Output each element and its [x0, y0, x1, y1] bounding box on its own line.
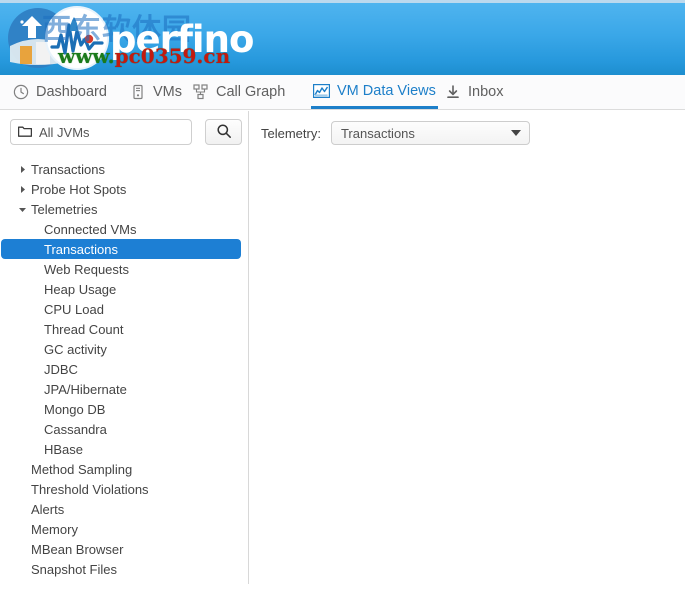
tree-item[interactable]: Mongo DB [0, 399, 248, 419]
tree-item[interactable]: Web Requests [0, 259, 248, 279]
chart-icon [313, 82, 330, 99]
tree-item-label: Heap Usage [44, 281, 117, 297]
main-content: Telemetry: Transactions [249, 111, 685, 594]
tab-vm-data-views-label: VM Data Views [337, 82, 436, 99]
telemetry-selector-row: Telemetry: Transactions [261, 121, 530, 145]
tab-inbox-label: Inbox [468, 84, 504, 100]
tab-call-graph[interactable]: Call Graph [190, 75, 287, 109]
tree-item[interactable]: CPU Load [0, 299, 248, 319]
header-top-strip [0, 0, 685, 3]
call-graph-icon [192, 84, 209, 101]
tree-item[interactable]: Thread Count [0, 319, 248, 339]
tab-vm-data-views[interactable]: VM Data Views [311, 75, 438, 109]
tree-item-label: Method Sampling [31, 461, 133, 477]
tree-item-label: Snapshot Files [31, 561, 117, 577]
tree-item[interactable]: Alerts [0, 499, 248, 519]
search-icon [216, 123, 232, 142]
tab-inbox[interactable]: Inbox [442, 75, 505, 109]
telemetry-dropdown-value: Transactions [340, 125, 415, 141]
tree-item-label: Transactions [31, 161, 105, 177]
tree-item-label: JDBC [44, 361, 78, 377]
tree-item-label: Alerts [31, 501, 65, 517]
tree-item-label: Web Requests [44, 261, 130, 277]
tab-vms-label: VMs [153, 84, 182, 100]
server-icon [129, 84, 146, 101]
tree-item-label: Mongo DB [44, 401, 106, 417]
tree-item-label: Telemetries [31, 201, 98, 217]
tab-dashboard[interactable]: Dashboard [10, 75, 109, 109]
tree-item-label: MBean Browser [31, 541, 124, 557]
tree-item-label: Memory [31, 521, 78, 537]
tree-item-label: HBase [44, 441, 84, 457]
navigation-tree: Transactions Probe Hot Spots Telemetries Co… [0, 159, 248, 579]
tree-item-label: Thread Count [44, 321, 124, 337]
tree-item[interactable]: Probe Hot Spots [0, 179, 248, 199]
tree-item[interactable]: Transactions [0, 159, 248, 179]
tree-item[interactable]: Cassandra [0, 419, 248, 439]
main-tabbar: Dashboard VMs Call Graph VM Data Views I… [0, 75, 685, 110]
tree-item[interactable]: Connected VMs [0, 219, 248, 239]
jvm-filter-input[interactable]: All JVMs [10, 119, 192, 145]
tree-item-label: JPA/Hibernate [44, 381, 127, 397]
tab-dashboard-label: Dashboard [36, 84, 107, 100]
tree-item[interactable]: Telemetries [0, 199, 248, 219]
tree-item[interactable]: Heap Usage [0, 279, 248, 299]
caret-down-icon [510, 130, 521, 136]
tree-item[interactable]: Threshold Violations [0, 479, 248, 499]
telemetry-label: Telemetry: [261, 125, 321, 141]
tree-item[interactable]: Memory [0, 519, 248, 539]
watermark-url-domain: pc0359.cn [114, 44, 231, 68]
tree-item-label: CPU Load [44, 301, 104, 317]
telemetry-dropdown[interactable]: Transactions [330, 121, 530, 145]
tree-item[interactable]: MBean Browser [0, 539, 248, 559]
tab-vms[interactable]: VMs [127, 75, 184, 109]
jvm-filter-value: All JVMs [39, 124, 90, 140]
tree-item-label: Connected VMs [44, 221, 137, 237]
inbox-icon [444, 84, 461, 101]
chevron-right-icon[interactable] [18, 185, 27, 194]
tree-item[interactable]: GC activity [0, 339, 248, 359]
tree-item[interactable]: JDBC [0, 359, 248, 379]
tree-item[interactable]: HBase [0, 439, 248, 459]
watermark-url-www: www. [58, 44, 115, 68]
tree-item[interactable]: JPA/Hibernate [0, 379, 248, 399]
tree-item-label: GC activity [44, 341, 107, 357]
tree-item-label: Transactions [44, 241, 118, 257]
folder-icon [17, 125, 33, 140]
app-header: 西东软体园 perfino www.pc0359.cn [0, 0, 685, 75]
chevron-down-icon[interactable] [18, 205, 27, 214]
tree-item[interactable]: Method Sampling [0, 459, 248, 479]
tree-item-selected[interactable]: Transactions [1, 239, 241, 259]
watermark-url: www.pc0359.cn [58, 44, 230, 68]
tree-item-label: Threshold Violations [31, 481, 149, 497]
tree-item[interactable]: Snapshot Files [0, 559, 248, 579]
clock-icon [12, 84, 29, 101]
left-sidebar: All JVMs Transactions Probe Hot Spots Tele… [0, 111, 248, 594]
sidebar-search-row: All JVMs [10, 119, 242, 145]
tree-item-label: Cassandra [44, 421, 107, 437]
tab-call-graph-label: Call Graph [216, 84, 286, 100]
search-button[interactable] [205, 119, 242, 145]
chevron-right-icon[interactable] [18, 165, 27, 174]
